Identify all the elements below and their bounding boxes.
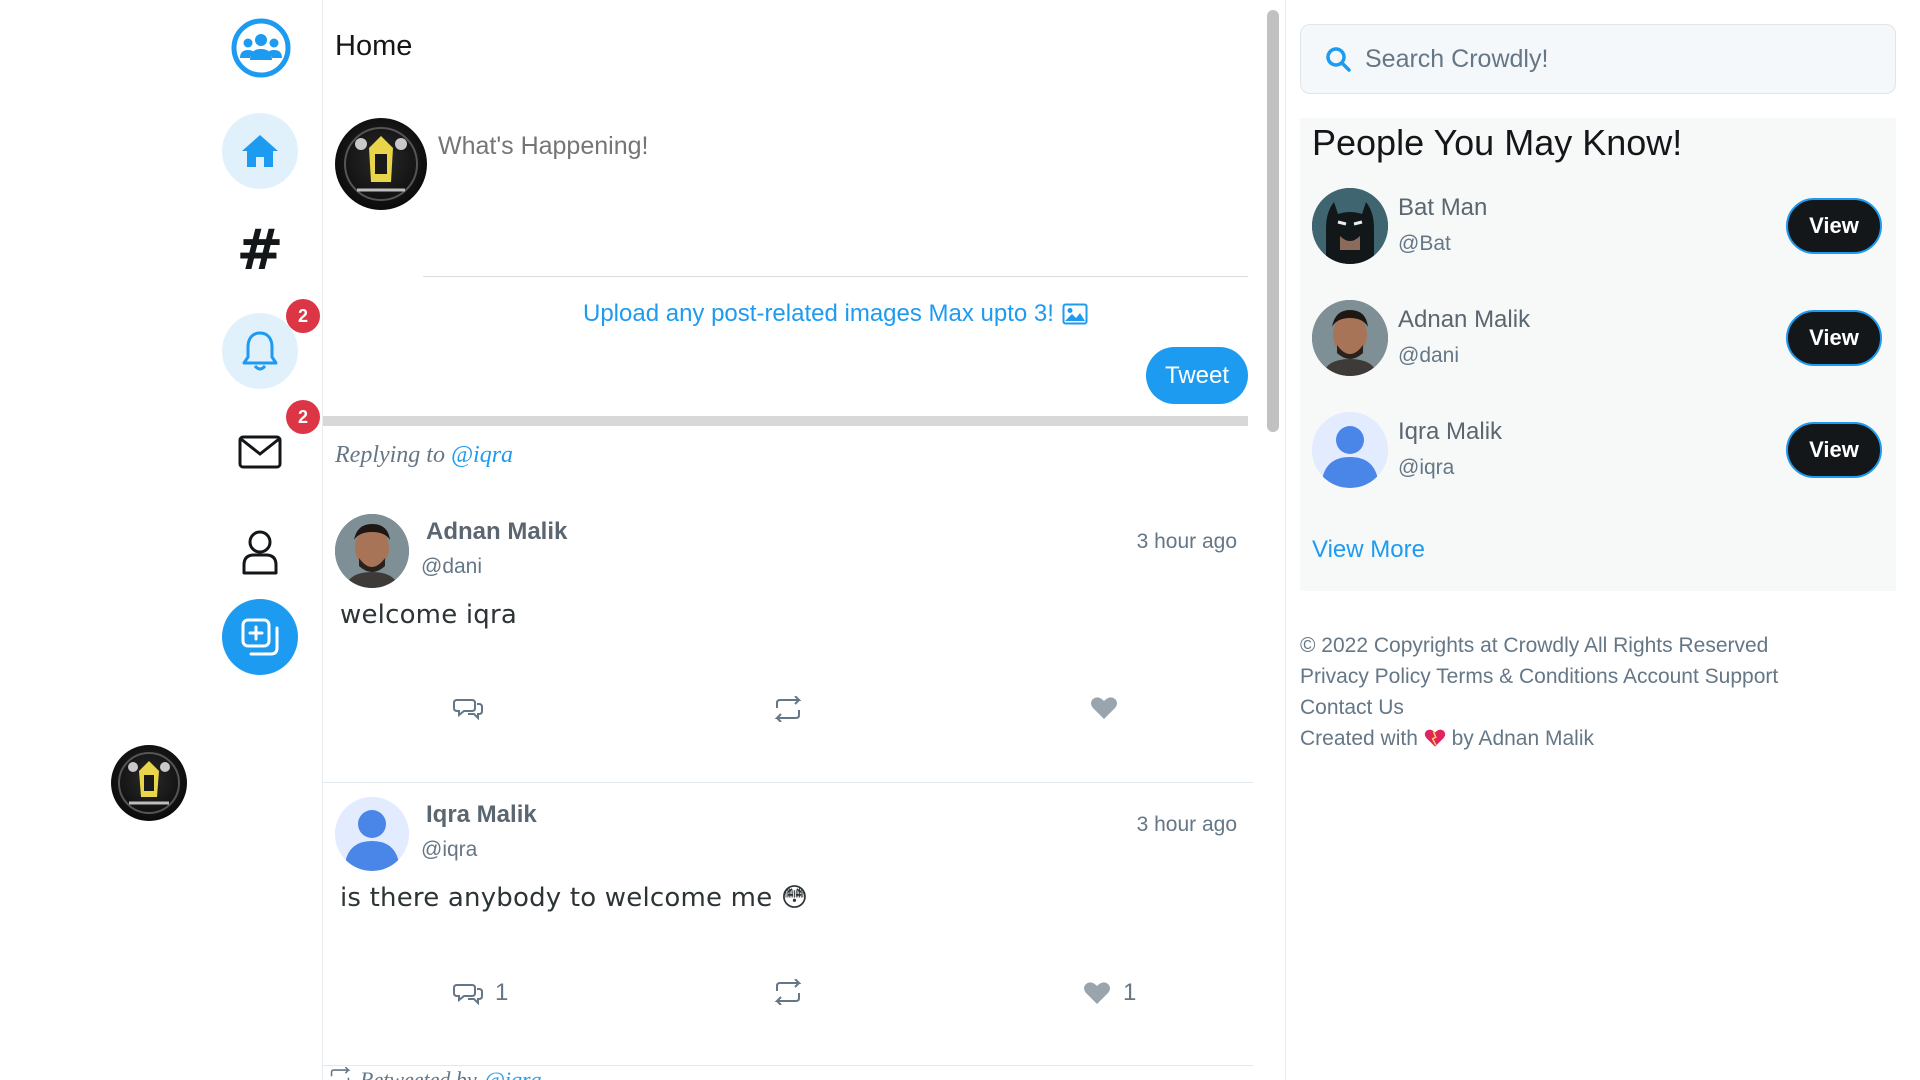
left-nav: # 2 2 xyxy=(0,0,323,1080)
tweet-button[interactable]: Tweet xyxy=(1146,347,1248,404)
retweeted-mention-link[interactable]: @iqra xyxy=(485,1067,542,1080)
post: Iqra Malik @iqra 3 hour ago is there any… xyxy=(323,783,1253,1066)
nav-home-button[interactable] xyxy=(222,113,298,189)
add-post-icon xyxy=(241,618,279,656)
post-text: welcome iqra xyxy=(340,600,518,630)
post: Adnan Malik @dani 3 hour ago welcome iqr… xyxy=(323,500,1253,783)
person-handle[interactable]: @Bat xyxy=(1398,232,1451,256)
pymk-title: People You May Know! xyxy=(1312,122,1683,163)
messages-badge: 2 xyxy=(286,400,320,434)
copyright-text: © 2022 Copyrights at Crowdly All Rights … xyxy=(1300,634,1769,657)
comment-button[interactable] xyxy=(453,696,495,720)
nav-explore-button[interactable]: # xyxy=(222,213,298,289)
user-icon xyxy=(242,530,278,575)
replying-prefix: Replying to xyxy=(335,442,445,468)
person-avatar[interactable] xyxy=(1312,300,1388,376)
created-with-prefix: Created with xyxy=(1300,727,1418,750)
nav-notifications-button[interactable]: 2 xyxy=(222,299,320,389)
post-author-handle[interactable]: @iqra xyxy=(421,838,477,862)
view-profile-button[interactable]: View xyxy=(1786,310,1882,366)
search-bar xyxy=(1300,24,1896,94)
nav-new-post-button[interactable] xyxy=(222,599,298,675)
view-more-link[interactable]: View More xyxy=(1312,536,1425,564)
retweet-icon xyxy=(330,1067,351,1080)
comment-count: 1 xyxy=(495,979,509,1006)
suggested-person: Adnan Malik @dani View xyxy=(1312,300,1882,380)
post-avatar[interactable] xyxy=(335,514,409,588)
compose-divider xyxy=(423,276,1248,277)
terms-link[interactable]: Terms & Conditions xyxy=(1436,665,1618,688)
nav-profile-button[interactable] xyxy=(222,514,298,590)
view-profile-button[interactable]: View xyxy=(1786,422,1882,478)
account-link[interactable]: Account xyxy=(1623,665,1699,688)
page-title: Home xyxy=(335,30,413,62)
feed-scrollbar-thumb[interactable] xyxy=(1267,10,1279,432)
person-handle[interactable]: @dani xyxy=(1398,344,1459,368)
bell-icon xyxy=(242,331,278,371)
view-profile-button[interactable]: View xyxy=(1786,198,1882,254)
nav-messages-button[interactable]: 2 xyxy=(222,400,320,490)
retweet-button[interactable] xyxy=(773,979,803,1005)
created-with-row: Created with by Adnan Malik xyxy=(1300,723,1860,754)
retweet-icon xyxy=(774,979,802,1005)
like-button[interactable]: 1 xyxy=(1083,979,1136,1007)
privacy-policy-link[interactable]: Privacy Policy xyxy=(1300,665,1431,688)
post-author-name[interactable]: Adnan Malik xyxy=(426,518,567,546)
created-with-suffix: by Adnan Malik xyxy=(1451,727,1594,750)
like-button[interactable] xyxy=(1090,696,1130,720)
retweet-icon xyxy=(774,696,802,722)
like-count: 1 xyxy=(1123,979,1137,1006)
post-timestamp: 3 hour ago xyxy=(1136,813,1237,836)
heart-icon xyxy=(1084,982,1110,1004)
retweet-button[interactable] xyxy=(773,696,803,722)
account-avatar[interactable] xyxy=(111,745,187,821)
comment-icon xyxy=(453,984,483,1005)
feed: Home Upload any post-related images Max … xyxy=(323,0,1287,1080)
feed-divider xyxy=(323,416,1248,426)
support-link[interactable]: Support xyxy=(1705,665,1779,688)
compose-avatar xyxy=(335,118,427,210)
person-avatar[interactable] xyxy=(1312,412,1388,488)
footer-links: Privacy Policy Terms & Conditions Accoun… xyxy=(1300,661,1860,692)
upload-images-label: Upload any post-related images Max upto … xyxy=(583,300,1054,327)
post-timestamp: 3 hour ago xyxy=(1136,530,1237,553)
person-name[interactable]: Adnan Malik xyxy=(1398,306,1530,334)
envelope-icon xyxy=(238,435,282,469)
person-name[interactable]: Bat Man xyxy=(1398,194,1487,222)
post-author-handle[interactable]: @dani xyxy=(421,555,482,579)
comment-icon xyxy=(453,699,483,720)
hashtag-icon: # xyxy=(236,218,284,283)
compose-input[interactable] xyxy=(438,132,1038,161)
person-avatar[interactable] xyxy=(1312,188,1388,264)
image-icon xyxy=(1062,303,1088,325)
suggested-person: Iqra Malik @iqra View xyxy=(1312,412,1882,492)
footer-contact-row: Contact Us xyxy=(1300,692,1860,723)
people-you-may-know-panel: People You May Know! Bat Man @Bat View A… xyxy=(1300,118,1896,591)
post-text: is there anybody to welcome me 😳 xyxy=(340,883,809,913)
suggested-person: Bat Man @Bat View xyxy=(1312,188,1882,268)
retweeted-by: Retweeted by @iqra xyxy=(328,1067,542,1080)
heart-icon xyxy=(1091,697,1117,719)
notifications-badge: 2 xyxy=(286,299,320,333)
footer: © 2022 Copyrights at Crowdly All Rights … xyxy=(1300,630,1860,754)
replying-mention-link[interactable]: @iqra xyxy=(451,442,513,468)
contact-us-link[interactable]: Contact Us xyxy=(1300,696,1404,719)
replying-to: Replying to @iqra xyxy=(335,442,513,469)
heart-icon xyxy=(1424,729,1445,747)
crowdly-logo-icon[interactable] xyxy=(231,18,291,78)
search-icon xyxy=(1326,47,1351,72)
retweeted-prefix: Retweeted by xyxy=(360,1067,477,1080)
person-name[interactable]: Iqra Malik xyxy=(1398,418,1502,446)
post-author-name[interactable]: Iqra Malik xyxy=(426,801,537,829)
home-icon xyxy=(242,135,278,167)
post-avatar[interactable] xyxy=(335,797,409,871)
upload-images-link[interactable]: Upload any post-related images Max upto … xyxy=(583,300,1088,328)
comment-button[interactable]: 1 xyxy=(453,979,508,1007)
search-input[interactable] xyxy=(1365,44,1865,74)
person-handle[interactable]: @iqra xyxy=(1398,456,1454,480)
